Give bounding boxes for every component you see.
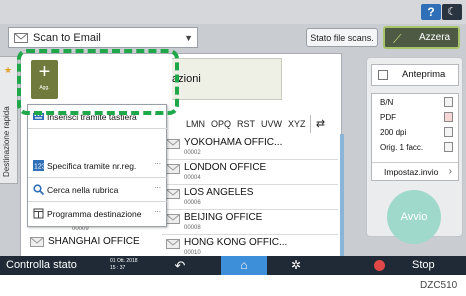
menu-item-label: Programma destinazione xyxy=(47,209,142,219)
chevron-down-icon: ▼ xyxy=(184,33,193,43)
tab-xyz[interactable]: XYZ xyxy=(288,119,306,129)
side-tab-label: Destinazione rapida xyxy=(2,106,11,177)
pdf-icon xyxy=(444,112,453,122)
gear-icon[interactable]: ✲ xyxy=(287,256,305,275)
stop-button[interactable]: Stop xyxy=(368,256,464,275)
reset-label: Azzera xyxy=(419,32,451,43)
side-tab[interactable]: ★ Destinazione rapida xyxy=(0,56,18,184)
envelope-icon xyxy=(166,139,180,149)
list-item[interactable]: BEIJING OFFICE 00008 xyxy=(162,210,338,235)
bottom-bar: Controlla stato 01 Ott. 2018 15 : 37 ↶ ⌂… xyxy=(0,256,466,275)
scanner-screen: ? ☾ Scan to Email ▼ Stato file scans. ⟋ … xyxy=(0,0,466,275)
destination-number: 00004 xyxy=(184,175,201,181)
resolution-icon xyxy=(444,127,453,137)
menu-item-label: Cerca nella rubrica xyxy=(47,185,119,195)
checkbox-icon xyxy=(378,70,388,80)
scan-settings-box: B/N PDF 200 dpi Orig. 1 facc. Impostaz.i… xyxy=(371,93,459,181)
scan-file-status-button[interactable]: Stato file scans. xyxy=(306,28,378,47)
moon-icon[interactable]: ☾ xyxy=(442,4,462,20)
color-mode-icon xyxy=(444,97,453,107)
more-icon: ... xyxy=(154,181,161,190)
envelope-icon xyxy=(166,214,180,224)
destination-name: SHANGHAI OFFICE xyxy=(48,236,140,247)
figure-code: DZC510 xyxy=(420,280,458,291)
send-settings-label: Impostaz.invio xyxy=(384,167,439,177)
number-icon: 123 xyxy=(33,160,44,171)
search-icon xyxy=(33,184,44,195)
preview-label: Anteprima xyxy=(402,69,446,80)
time-text: 15 : 37 xyxy=(110,265,126,271)
back-icon[interactable]: ↶ xyxy=(170,256,190,275)
tab-uvw[interactable]: UVW xyxy=(261,119,282,129)
sort-icon[interactable]: ⇄ xyxy=(310,115,330,133)
function-select-value: Scan to Email xyxy=(33,32,101,44)
reset-icon: ⟋ xyxy=(393,32,402,46)
list-item[interactable]: 00009 SHANGHAI OFFICE xyxy=(26,226,160,254)
home-icon[interactable]: ⌂ xyxy=(221,256,267,275)
send-settings-button[interactable]: Impostaz.invio › xyxy=(372,162,458,180)
help-button[interactable]: ? xyxy=(421,4,441,20)
destination-name: YOKOHAMA OFFIC... xyxy=(184,137,283,148)
envelope-icon xyxy=(166,239,180,249)
top-bar: ? ☾ xyxy=(0,0,466,24)
scrollbar[interactable] xyxy=(340,134,344,262)
original-icon xyxy=(444,142,453,152)
preview-checkbox[interactable]: Anteprima xyxy=(371,64,459,86)
stop-label: Stop xyxy=(412,259,435,271)
menu-item-program[interactable]: Programma destinazione ... xyxy=(28,202,167,226)
destination-name: BEIJING OFFICE xyxy=(184,212,263,223)
check-status-button[interactable]: Controlla stato xyxy=(6,256,102,275)
tab-opq[interactable]: OPQ xyxy=(211,119,231,129)
menu-item-search[interactable]: Cerca nella rubrica ... xyxy=(28,178,167,202)
destination-name: LOS ANGELES xyxy=(184,187,254,198)
tab-lmn[interactable]: LMN xyxy=(186,119,205,129)
destination-name: HONG KONG OFFIC... xyxy=(184,237,288,248)
alphabet-tabs: LMN OPQ RST UVW XYZ ⇄ xyxy=(186,114,338,134)
resolution-text: 200 dpi xyxy=(380,128,407,137)
list-item[interactable]: YOKOHAMA OFFIC... 00002 xyxy=(162,135,338,160)
menu-item-label: Specifica tramite nr.reg. xyxy=(47,161,137,171)
envelope-icon xyxy=(30,237,44,247)
destination-number: 00006 xyxy=(184,200,201,206)
start-button[interactable]: Avvio xyxy=(387,190,441,244)
envelope-icon xyxy=(14,33,28,43)
menu-item-reg-number[interactable]: 123 Specifica tramite nr.reg. ... xyxy=(28,154,167,178)
list-item[interactable]: LONDON OFFICE 00004 xyxy=(162,160,338,185)
program-destination-icon xyxy=(33,208,44,219)
reset-button[interactable]: ⟋ Azzera xyxy=(383,26,460,49)
highlight-outline xyxy=(17,49,179,115)
add-destination-menu: Inserisci tramite tastiera ... 123 Speci… xyxy=(27,104,167,227)
destination-name: LONDON OFFICE xyxy=(184,162,267,173)
file-type-text: PDF xyxy=(380,113,396,122)
envelope-icon xyxy=(166,164,180,174)
date-text: 01 Ott. 2018 xyxy=(110,258,138,264)
color-mode-text: B/N xyxy=(380,98,394,107)
tab-rst[interactable]: RST xyxy=(237,119,255,129)
date-time: 01 Ott. 2018 15 : 37 xyxy=(110,258,138,272)
destination-number: 00008 xyxy=(184,225,201,231)
envelope-icon xyxy=(166,189,180,199)
stop-icon xyxy=(374,260,385,271)
function-select[interactable]: Scan to Email ▼ xyxy=(8,27,198,48)
star-icon: ★ xyxy=(4,65,13,75)
more-icon: ... xyxy=(154,205,161,214)
svg-text:123: 123 xyxy=(34,164,44,171)
original-sides-text: Orig. 1 facc. xyxy=(380,143,424,152)
list-item[interactable]: LOS ANGELES 00006 xyxy=(162,185,338,210)
destination-number: 00002 xyxy=(184,150,201,156)
more-icon: ... xyxy=(154,157,161,166)
chevron-right-icon: › xyxy=(448,166,452,177)
